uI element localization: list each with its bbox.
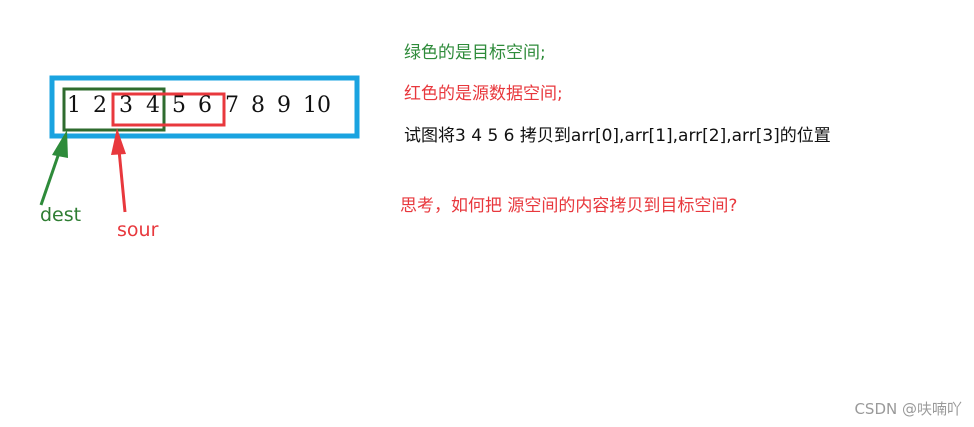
- note-task: 试图将3 4 5 6 拷贝到arr[0],arr[1],arr[2],arr[3…: [404, 126, 831, 146]
- array-cell: 1: [67, 93, 81, 118]
- array-cell: 9: [277, 93, 291, 118]
- array-cell: 2: [93, 93, 107, 118]
- note-question: 思考，如何把 源空间的内容拷贝到目标空间?: [400, 196, 738, 216]
- dest-arrow-shaft: [39, 149, 62, 206]
- note-sour-explanation: 红色的是源数据空间;: [404, 84, 563, 104]
- watermark: CSDN @呋喃吖: [854, 400, 962, 418]
- note-dest-explanation: 绿色的是目标空间;: [404, 43, 546, 63]
- array-cell: 5: [172, 93, 186, 118]
- sour-label: sour: [117, 219, 159, 241]
- array-cell: 10: [303, 93, 331, 118]
- array-cell: 7: [225, 93, 239, 118]
- sour-arrow-shaft: [117, 149, 127, 213]
- array-cell: 4: [146, 93, 160, 118]
- array-cell: 8: [251, 93, 265, 118]
- array-cell: 3: [119, 93, 133, 118]
- dest-label: dest: [40, 204, 82, 226]
- sour-arrow-head: [111, 128, 126, 155]
- array-cell: 6: [198, 93, 212, 118]
